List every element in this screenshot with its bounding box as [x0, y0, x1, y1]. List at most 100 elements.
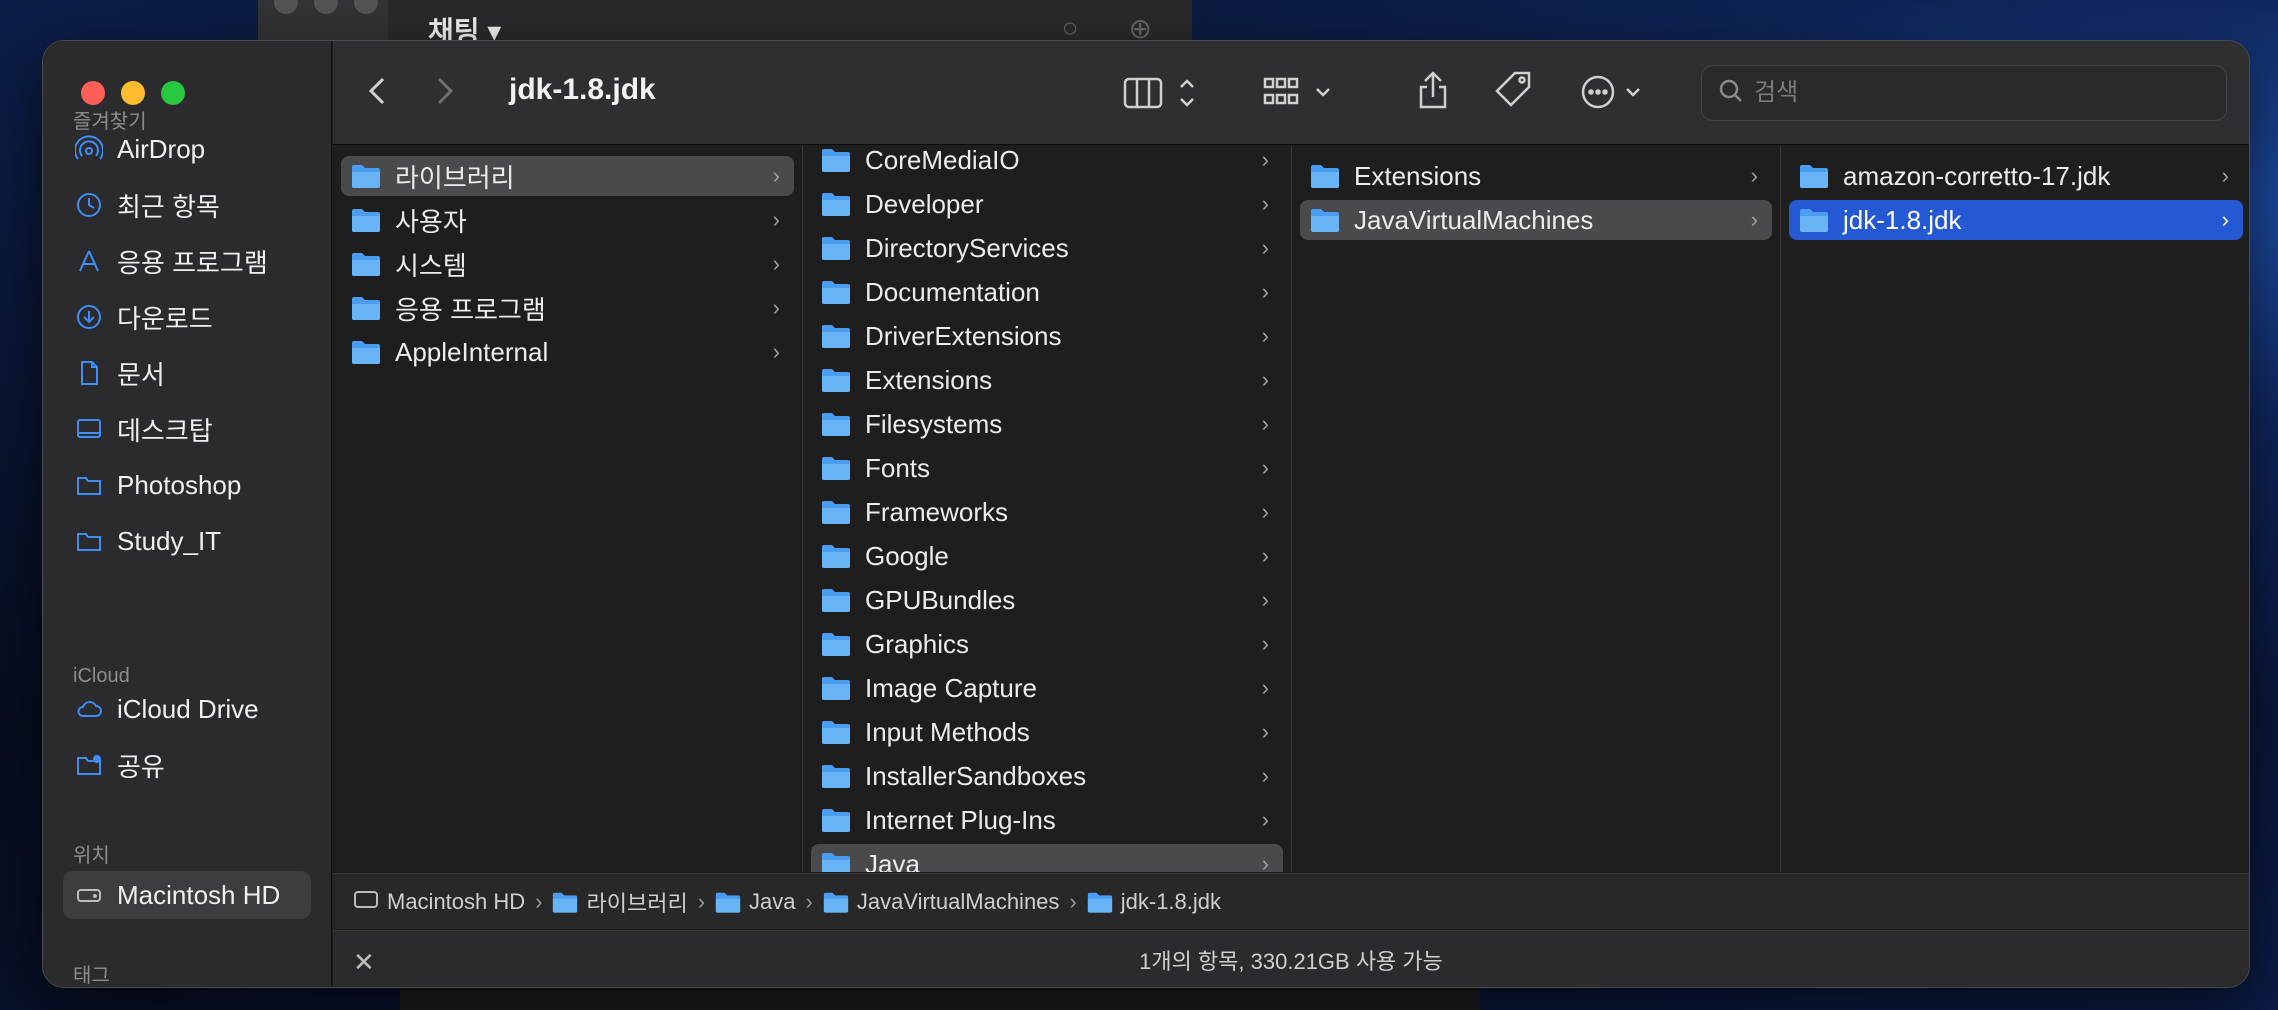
- sidebar-item-macintosh-hd[interactable]: Macintosh HD: [63, 871, 311, 919]
- folder-icon: [75, 471, 103, 499]
- folder-icon: [821, 499, 851, 525]
- list-item[interactable]: Internet Plug-Ins ›: [811, 800, 1283, 840]
- list-item[interactable]: Documentation ›: [811, 272, 1283, 312]
- folder-icon: [351, 339, 381, 365]
- folder-icon: [821, 807, 851, 833]
- path-crumb-label: JavaVirtualMachines: [856, 888, 1060, 914]
- list-item[interactable]: 사용자 ›: [341, 200, 794, 240]
- list-item-label: CoreMediaIO: [865, 146, 1020, 175]
- sidebar-item-label: AirDrop: [117, 133, 206, 164]
- minimize-button[interactable]: [121, 81, 145, 105]
- list-item-label: 응용 프로그램: [395, 294, 546, 325]
- list-item-label: 사용자: [395, 206, 467, 237]
- list-item[interactable]: AppleInternal ›: [341, 332, 794, 372]
- search-input[interactable]: [1754, 79, 2194, 107]
- folder-icon: [821, 675, 851, 701]
- list-item-label: Frameworks: [865, 496, 1009, 527]
- sidebar-item-study-it[interactable]: Study_IT: [63, 517, 311, 565]
- sidebar-item-documents[interactable]: 문서: [63, 349, 311, 397]
- chevron-right-icon: ›: [1261, 675, 1269, 700]
- window-title: jdk-1.8.jdk: [509, 73, 656, 106]
- path-crumb-javavirtualmachines[interactable]: JavaVirtualMachines: [823, 888, 1060, 915]
- folder-icon: [351, 295, 381, 321]
- list-item[interactable]: 라이브러리 ›: [341, 156, 794, 196]
- search-field[interactable]: [1701, 65, 2227, 121]
- folder-icon: [821, 455, 851, 481]
- path-crumb-jdk[interactable]: jdk-1.8.jdk: [1087, 889, 1221, 915]
- sidebar-item-label: 다운로드: [117, 303, 213, 334]
- chevron-right-icon: ›: [772, 339, 780, 364]
- list-item-label: InstallerSandboxes: [865, 760, 1087, 791]
- background-window-bottom: [400, 986, 1480, 1010]
- path-crumb-macintosh-hd[interactable]: Macintosh HD: [353, 888, 525, 916]
- column-1[interactable]: 라이브러리 › 사용자 › 시스템 › 응용 프로그램 › AppleInternal ›: [333, 146, 803, 872]
- chevron-right-icon: ›: [1261, 411, 1269, 436]
- list-item[interactable]: DriverExtensions ›: [811, 316, 1283, 356]
- list-item[interactable]: Google ›: [811, 536, 1283, 576]
- list-item-label: Graphics: [865, 628, 970, 659]
- sidebar-item-airdrop[interactable]: AirDrop: [63, 125, 311, 173]
- list-item[interactable]: Developer ›: [811, 184, 1283, 224]
- list-item[interactable]: Input Methods ›: [811, 712, 1283, 752]
- list-item[interactable]: CoreMediaIO ›: [811, 146, 1283, 180]
- column-view-button[interactable]: [1123, 75, 1205, 111]
- list-item[interactable]: 시스템 ›: [341, 244, 794, 284]
- folder-icon: [821, 279, 851, 305]
- status-bar: ✕ 1개의 항목, 330.21GB 사용 가능: [333, 930, 2249, 987]
- sidebar-section-tags: 태그: [73, 965, 110, 987]
- sidebar-item-label: 문서: [117, 359, 165, 390]
- list-item-label: jdk-1.8.jdk: [1843, 204, 1962, 235]
- path-crumb-label: Java: [749, 888, 796, 914]
- sidebar-item-shared[interactable]: 공유: [63, 741, 311, 789]
- list-item[interactable]: jdk-1.8.jdk ›: [1789, 200, 2243, 240]
- sidebar-item-desktop[interactable]: 데스크탑: [63, 405, 311, 453]
- list-item-label: Documentation: [865, 276, 1040, 307]
- more-button[interactable]: [1579, 73, 1649, 111]
- list-item[interactable]: InstallerSandboxes ›: [811, 756, 1283, 796]
- sidebar-item-photoshop[interactable]: Photoshop: [63, 461, 311, 509]
- chevron-right-icon: ›: [1261, 147, 1269, 172]
- sidebar-item-downloads[interactable]: 다운로드: [63, 293, 311, 341]
- chevron-right-icon: ›: [1261, 587, 1269, 612]
- tag-button[interactable]: [1493, 69, 1535, 111]
- close-pathbar-icon[interactable]: ✕: [353, 947, 375, 978]
- folder-icon: [351, 163, 381, 189]
- column-4[interactable]: amazon-corretto-17.jdk › jdk-1.8.jdk ›: [1781, 146, 2249, 872]
- column-2[interactable]: CoreMediaIO › Developer › DirectoryServices ›…: [803, 146, 1292, 872]
- folder-icon: [821, 411, 851, 437]
- list-item-label: amazon-corretto-17.jdk: [1843, 160, 2111, 191]
- sidebar-item-recents[interactable]: 최근 항목: [63, 181, 311, 229]
- list-item[interactable]: Graphics ›: [811, 624, 1283, 664]
- maximize-button[interactable]: [161, 81, 185, 105]
- list-item-label: 라이브러리: [395, 162, 515, 193]
- list-item-label: DriverExtensions: [865, 320, 1062, 351]
- list-item[interactable]: GPUBundles ›: [811, 580, 1283, 620]
- sidebar-item-icloud-drive[interactable]: iCloud Drive: [63, 685, 311, 733]
- folder-icon: [75, 527, 103, 555]
- group-button[interactable]: [1263, 75, 1339, 111]
- column-3[interactable]: Extensions › JavaVirtualMachines ›: [1292, 146, 1781, 872]
- close-button[interactable]: [81, 81, 105, 105]
- list-item[interactable]: Java ›: [811, 844, 1283, 872]
- back-button[interactable]: [363, 71, 391, 111]
- sidebar-item-applications[interactable]: 응용 프로그램: [63, 237, 311, 285]
- clock-icon: [75, 191, 103, 219]
- list-item[interactable]: Image Capture ›: [811, 668, 1283, 708]
- list-item[interactable]: Filesystems ›: [811, 404, 1283, 444]
- list-item[interactable]: DirectoryServices ›: [811, 228, 1283, 268]
- list-item[interactable]: JavaVirtualMachines ›: [1300, 200, 1772, 240]
- list-item[interactable]: Fonts ›: [811, 448, 1283, 488]
- chevron-right-icon: ›: [1261, 235, 1269, 260]
- list-item-label: Google: [865, 540, 949, 571]
- list-item[interactable]: amazon-corretto-17.jdk ›: [1789, 156, 2243, 196]
- path-crumb-library[interactable]: 라이브러리: [552, 886, 688, 918]
- list-item[interactable]: 응용 프로그램 ›: [341, 288, 794, 328]
- path-crumb-java[interactable]: Java: [715, 888, 796, 915]
- share-button[interactable]: [1415, 69, 1451, 111]
- folder-icon: [821, 191, 851, 217]
- forward-button[interactable]: [431, 71, 459, 111]
- list-item[interactable]: Extensions ›: [1300, 156, 1772, 196]
- list-item-label: Input Methods: [865, 716, 1030, 747]
- list-item[interactable]: Frameworks ›: [811, 492, 1283, 532]
- list-item[interactable]: Extensions ›: [811, 360, 1283, 400]
